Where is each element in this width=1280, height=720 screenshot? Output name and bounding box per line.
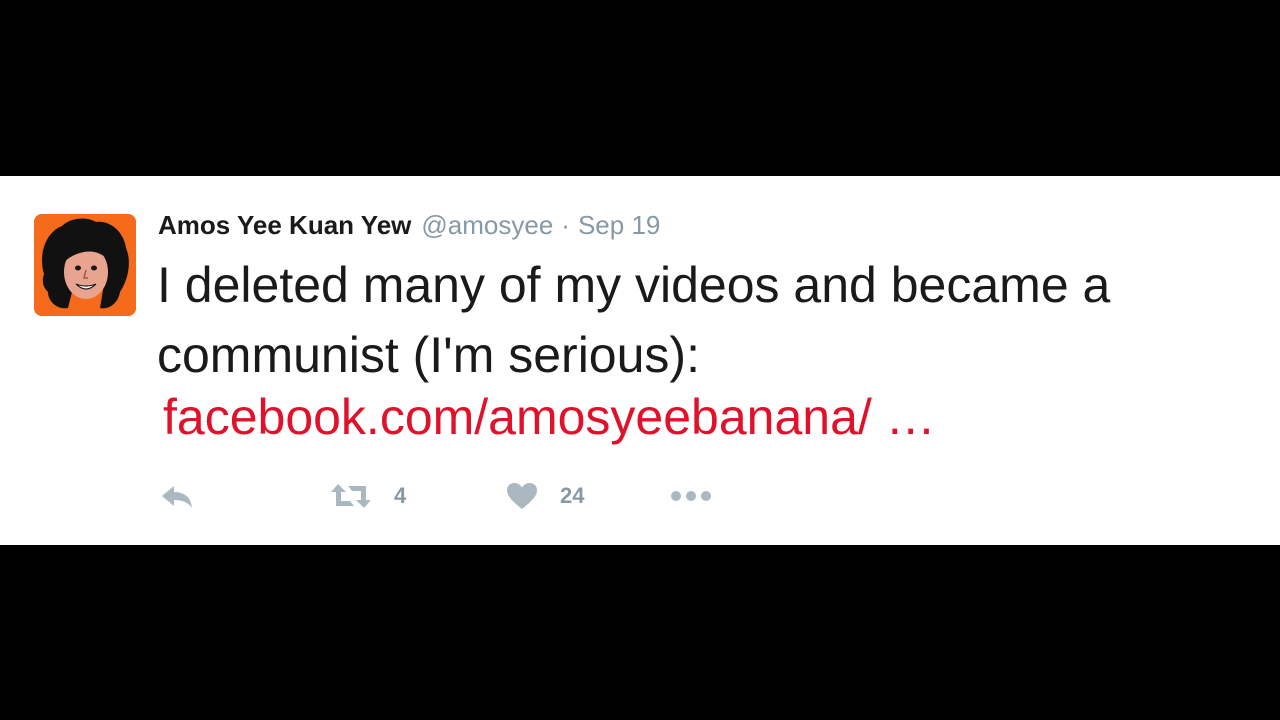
tweet-link[interactable]: facebook.com/amosyeebanana/ … [163,387,936,447]
more-button[interactable] [670,476,712,516]
retweet-button[interactable]: 4 [330,476,406,516]
retweet-icon [331,484,371,508]
cartoon-avatar-icon [34,214,136,316]
tweet-timestamp[interactable]: Sep 19 [578,210,660,241]
tweet-text: I deleted many of my videos and became a… [157,257,1111,383]
tweet-actions: 4 24 [160,476,740,516]
more-icon [671,491,711,501]
like-button[interactable]: 24 [506,476,584,516]
author-display-name[interactable]: Amos Yee Kuan Yew [158,210,411,241]
heart-icon [507,483,537,509]
tweet-card: Amos Yee Kuan Yew @amosyee · Sep 19 I de… [0,176,1280,545]
avatar[interactable] [34,214,136,316]
header-separator: · [561,210,570,240]
author-handle[interactable]: @amosyee [421,210,553,241]
like-count: 24 [560,483,585,508]
reply-icon [162,486,192,508]
reply-button[interactable] [160,476,194,516]
retweet-count: 4 [394,483,407,508]
tweet-header: Amos Yee Kuan Yew @amosyee · Sep 19 [158,210,660,244]
